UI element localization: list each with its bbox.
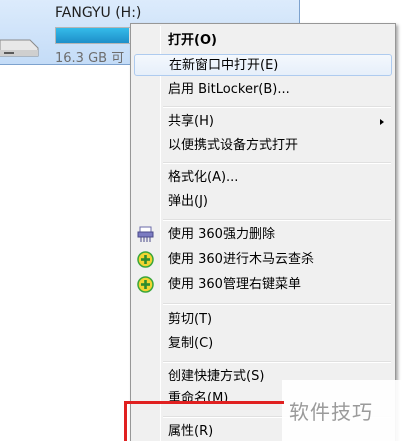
menu-item-bitlocker[interactable]: 启用 BitLocker(B)... (134, 79, 392, 101)
submenu-arrow-icon (380, 119, 384, 125)
menu-separator (163, 219, 391, 221)
menu-item-label: 剪切(T) (168, 312, 213, 327)
menu-separator (163, 106, 391, 108)
watermark-text: 软件技巧 (289, 400, 373, 424)
menu-item-format[interactable]: 格式化(A)... (134, 167, 392, 189)
menu-item-360-trojan-scan[interactable]: 使用 360进行木马云查杀 (134, 249, 392, 271)
menu-item-open[interactable]: 打开(O) (134, 30, 392, 52)
drive-name: FANGYU (H:) (55, 5, 142, 21)
menu-item-label: 使用 360强力删除 (168, 227, 275, 242)
plus-shield-icon (137, 276, 154, 293)
menu-item-label: 启用 BitLocker(B)... (168, 82, 290, 97)
menu-item-label: 在新窗口中打开(E) (169, 58, 279, 73)
menu-item-copy[interactable]: 复制(C) (134, 333, 392, 355)
context-menu: 打开(O) 在新窗口中打开(E) 启用 BitLocker(B)... 共享(H… (130, 23, 396, 441)
menu-item-open-portable[interactable]: 以便携式设备方式打开 (134, 135, 392, 157)
shredder-icon (137, 226, 154, 242)
menu-separator (163, 361, 391, 363)
usb-drive-icon (0, 39, 39, 57)
drive-usage-fill (56, 28, 129, 43)
menu-separator (163, 162, 391, 164)
menu-item-open-new-window[interactable]: 在新窗口中打开(E) (134, 54, 392, 76)
menu-item-share[interactable]: 共享(H) (134, 111, 392, 133)
menu-item-label: 使用 360进行木马云查杀 (168, 252, 314, 267)
menu-item-label: 打开(O) (168, 33, 217, 48)
drive-free-space: 16.3 GB 可 (55, 51, 125, 66)
menu-item-label: 复制(C) (168, 336, 214, 351)
menu-item-label: 弹出(J) (168, 194, 208, 209)
menu-item-360-delete[interactable]: 使用 360强力删除 (134, 224, 392, 246)
menu-item-eject[interactable]: 弹出(J) (134, 191, 392, 213)
menu-item-label: 格式化(A)... (168, 170, 239, 185)
menu-item-360-manage-menu[interactable]: 使用 360管理右键菜单 (134, 274, 392, 296)
menu-item-label: 创建快捷方式(S) (168, 369, 265, 384)
menu-item-label: 以便携式设备方式打开 (168, 138, 299, 153)
menu-separator (163, 303, 391, 305)
highlight-annotation (124, 401, 284, 441)
menu-item-cut[interactable]: 剪切(T) (134, 309, 392, 331)
menu-item-label: 共享(H) (168, 114, 214, 129)
plus-shield-icon (137, 251, 154, 268)
menu-item-label: 使用 360管理右键菜单 (168, 277, 301, 292)
